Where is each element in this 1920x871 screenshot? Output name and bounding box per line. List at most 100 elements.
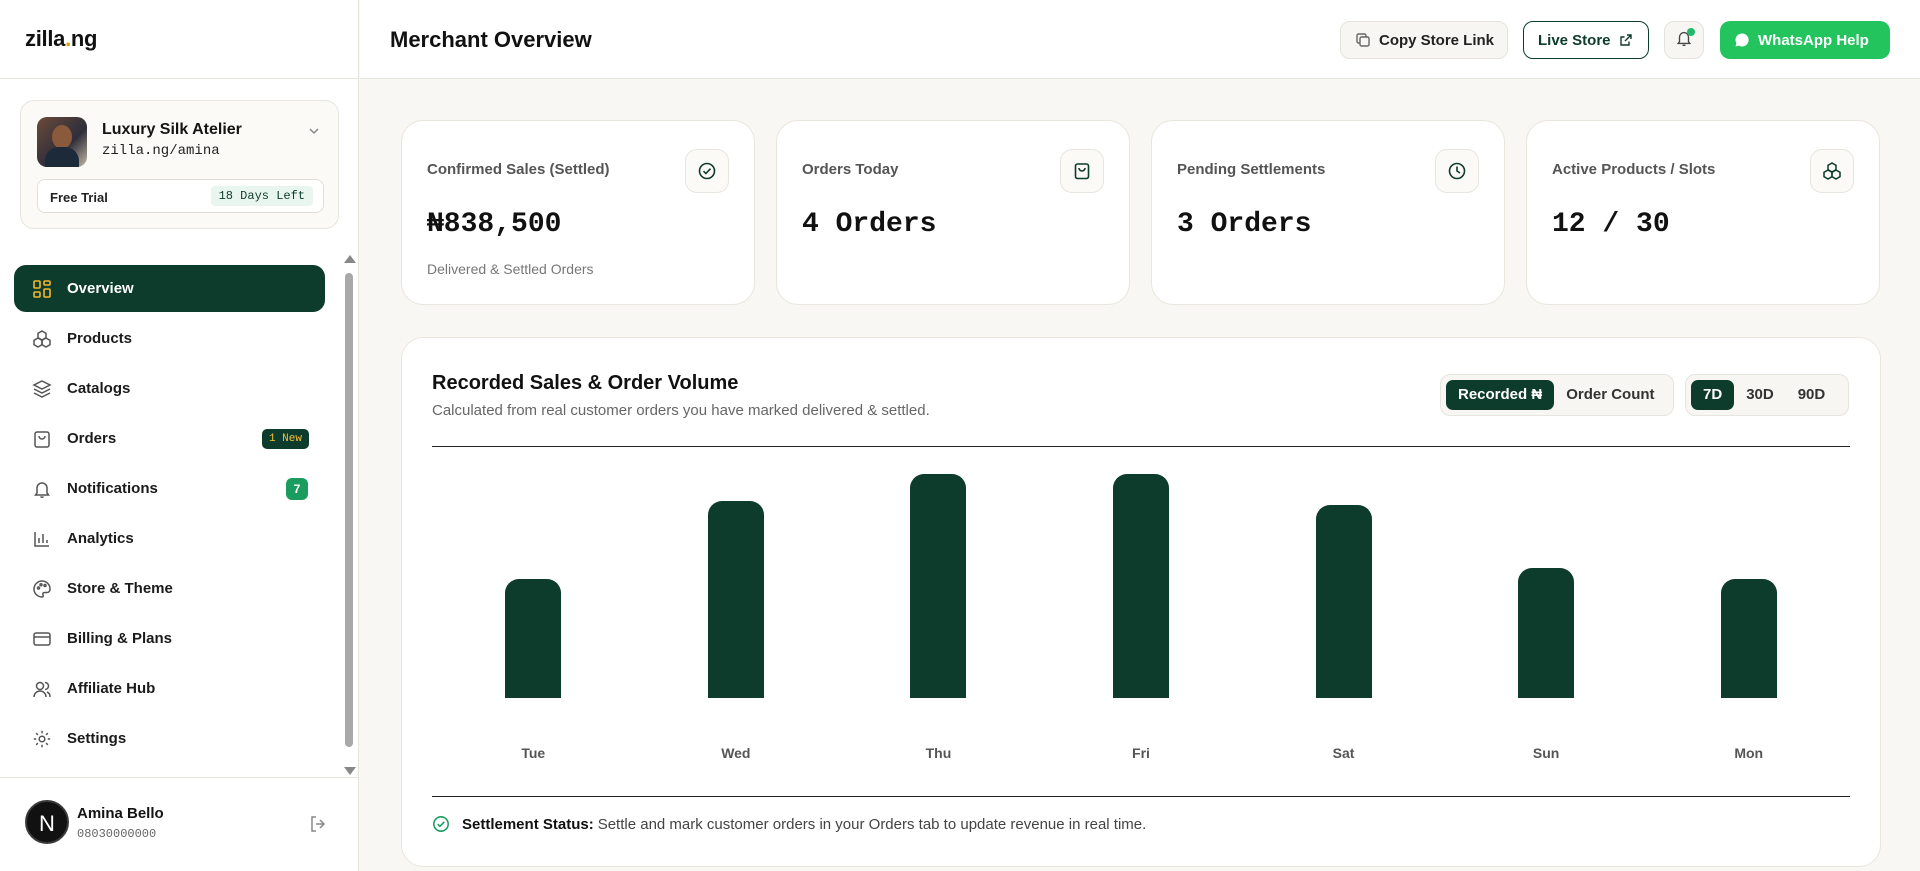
range-option-30d[interactable]: 30D <box>1734 380 1786 410</box>
x-tick-label: Wed <box>721 745 751 761</box>
user-phone: 08030000000 <box>77 827 157 841</box>
chart-subtitle: Calculated from real customer orders you… <box>432 402 930 419</box>
sidebar-item-label: Products <box>67 330 133 347</box>
sidebar-item-label: Catalogs <box>67 380 131 397</box>
range-option-7d[interactable]: 7D <box>1691 380 1735 410</box>
sidebar-item-label: Analytics <box>67 530 134 547</box>
topbar: Merchant Overview Copy Store Link Live S… <box>360 0 1920 79</box>
trial-days-badge: 18 Days Left <box>210 186 313 206</box>
sidebar-item-label: Billing & Plans <box>67 630 173 647</box>
user-profile[interactable]: N Amina Bello 08030000000 <box>0 777 358 871</box>
bag-icon <box>1060 149 1104 193</box>
sidebar-item-orders[interactable]: Orders 1 New <box>14 415 325 462</box>
products-icon <box>1810 149 1854 193</box>
chart-bar-tue[interactable] <box>505 579 562 698</box>
sidebar-nav: Overview Products Catalogs Orders 1 New … <box>14 265 325 765</box>
sidebar-item-label: Orders <box>67 430 117 447</box>
chart-bottom-rule <box>432 796 1850 797</box>
stat-value: ₦838,500 <box>427 209 562 240</box>
palette-icon <box>32 579 52 599</box>
sidebar-item-products[interactable]: Products <box>14 315 325 362</box>
sidebar-item-store-theme[interactable]: Store & Theme <box>14 565 325 612</box>
stat-value: 4 Orders <box>802 209 937 240</box>
whatsapp-help-button[interactable]: WhatsApp Help <box>1720 21 1890 59</box>
metric-toggle: Recorded ₦ Order Count <box>1440 374 1674 416</box>
notifications-button[interactable] <box>1664 21 1704 59</box>
stat-card-pending-settlements: Pending Settlements 3 Orders <box>1151 120 1505 305</box>
scroll-thumb[interactable] <box>345 273 353 747</box>
stat-subtitle: Delivered & Settled Orders <box>427 261 594 277</box>
stat-label: Pending Settlements <box>1177 161 1326 178</box>
chat-bubble-icon <box>1734 32 1750 48</box>
sidebar-item-label: Notifications <box>67 480 158 497</box>
users-icon <box>32 679 52 699</box>
layers-icon <box>32 379 52 399</box>
check-circle-icon <box>685 149 729 193</box>
settlement-status: Settlement Status: Settle and mark custo… <box>432 815 1146 833</box>
range-option-90d[interactable]: 90D <box>1786 380 1838 410</box>
avatar: N <box>25 800 69 844</box>
sidebar-item-affiliate-hub[interactable]: Affiliate Hub <box>14 665 325 712</box>
sidebar: zilla.ng Luxury Silk Atelier zilla.ng/am… <box>0 0 359 871</box>
sidebar-item-label: Settings <box>67 730 127 747</box>
bag-icon <box>32 429 52 449</box>
chart-bar-fri[interactable] <box>1113 474 1169 698</box>
stat-card-active-products: Active Products / Slots 12 / 30 <box>1526 120 1880 305</box>
chart-bar-sun[interactable] <box>1518 568 1575 698</box>
trial-label: Free Trial <box>50 190 108 205</box>
bar-chart-plot <box>432 448 1850 698</box>
range-toggle: 7D 30D 90D <box>1685 374 1849 416</box>
copy-store-link-button[interactable]: Copy Store Link <box>1340 21 1508 59</box>
clock-icon <box>1435 149 1479 193</box>
sales-chart-card: Recorded Sales & Order Volume Calculated… <box>401 337 1881 867</box>
chart-bar-wed[interactable] <box>707 500 764 698</box>
copy-icon <box>1355 32 1371 48</box>
stat-label: Confirmed Sales (Settled) <box>427 161 610 178</box>
x-tick-label: Mon <box>1734 745 1764 761</box>
logo-bar: zilla.ng <box>0 0 358 79</box>
live-store-label: Live Store <box>1538 31 1611 49</box>
sidebar-item-overview[interactable]: Overview <box>14 265 325 312</box>
stat-value: 3 Orders <box>1177 209 1312 240</box>
sidebar-item-catalogs[interactable]: Catalogs <box>14 365 325 412</box>
sidebar-item-analytics[interactable]: Analytics <box>14 515 325 562</box>
stat-card-orders-today: Orders Today 4 Orders <box>776 120 1130 305</box>
stat-label: Active Products / Slots <box>1552 161 1716 178</box>
chart-top-rule <box>432 446 1850 447</box>
store-switcher[interactable]: Luxury Silk Atelier zilla.ng/amina Free … <box>20 100 339 229</box>
user-name: Amina Bello <box>77 805 164 822</box>
sidebar-item-notifications[interactable]: Notifications 7 <box>14 465 325 512</box>
stat-label: Orders Today <box>802 161 899 178</box>
x-tick-label: Sun <box>1532 745 1560 761</box>
x-tick-label: Sat <box>1332 745 1355 761</box>
products-icon <box>32 329 52 349</box>
scroll-up-arrow[interactable] <box>344 255 356 263</box>
logout-icon[interactable] <box>308 814 328 834</box>
scroll-down-arrow[interactable] <box>344 767 356 775</box>
orders-new-badge: 1 New <box>261 429 309 449</box>
check-circle-icon <box>432 815 450 833</box>
page-title: Merchant Overview <box>390 27 592 52</box>
logo[interactable]: zilla.ng <box>25 26 97 52</box>
metric-option-order-count[interactable]: Order Count <box>1554 380 1666 410</box>
gear-icon <box>32 729 52 749</box>
live-store-button[interactable]: Live Store <box>1523 21 1649 59</box>
settlement-status-label: Settlement Status: <box>462 815 594 833</box>
external-link-icon <box>1619 33 1633 47</box>
sidebar-item-label: Overview <box>67 280 134 297</box>
chevron-down-icon[interactable] <box>306 123 322 139</box>
chart-bar-mon[interactable] <box>1720 579 1777 698</box>
x-tick-label: Fri <box>1132 745 1150 761</box>
sidebar-item-billing[interactable]: Billing & Plans <box>14 615 325 662</box>
metric-option-recorded[interactable]: Recorded ₦ <box>1446 380 1555 410</box>
sidebar-item-settings[interactable]: Settings <box>14 715 325 762</box>
copy-store-link-label: Copy Store Link <box>1379 31 1495 49</box>
stat-card-confirmed-sales: Confirmed Sales (Settled) ₦838,500 Deliv… <box>401 120 755 305</box>
notifications-count-badge: 7 <box>286 478 308 500</box>
chart-bar-sat[interactable] <box>1315 505 1372 698</box>
stat-value: 12 / 30 <box>1552 209 1670 240</box>
chart-bar-thu[interactable] <box>910 474 967 698</box>
sidebar-scrollbar[interactable] <box>342 255 356 775</box>
store-name: Luxury Silk Atelier <box>102 121 242 138</box>
x-tick-label: Thu <box>925 745 952 761</box>
